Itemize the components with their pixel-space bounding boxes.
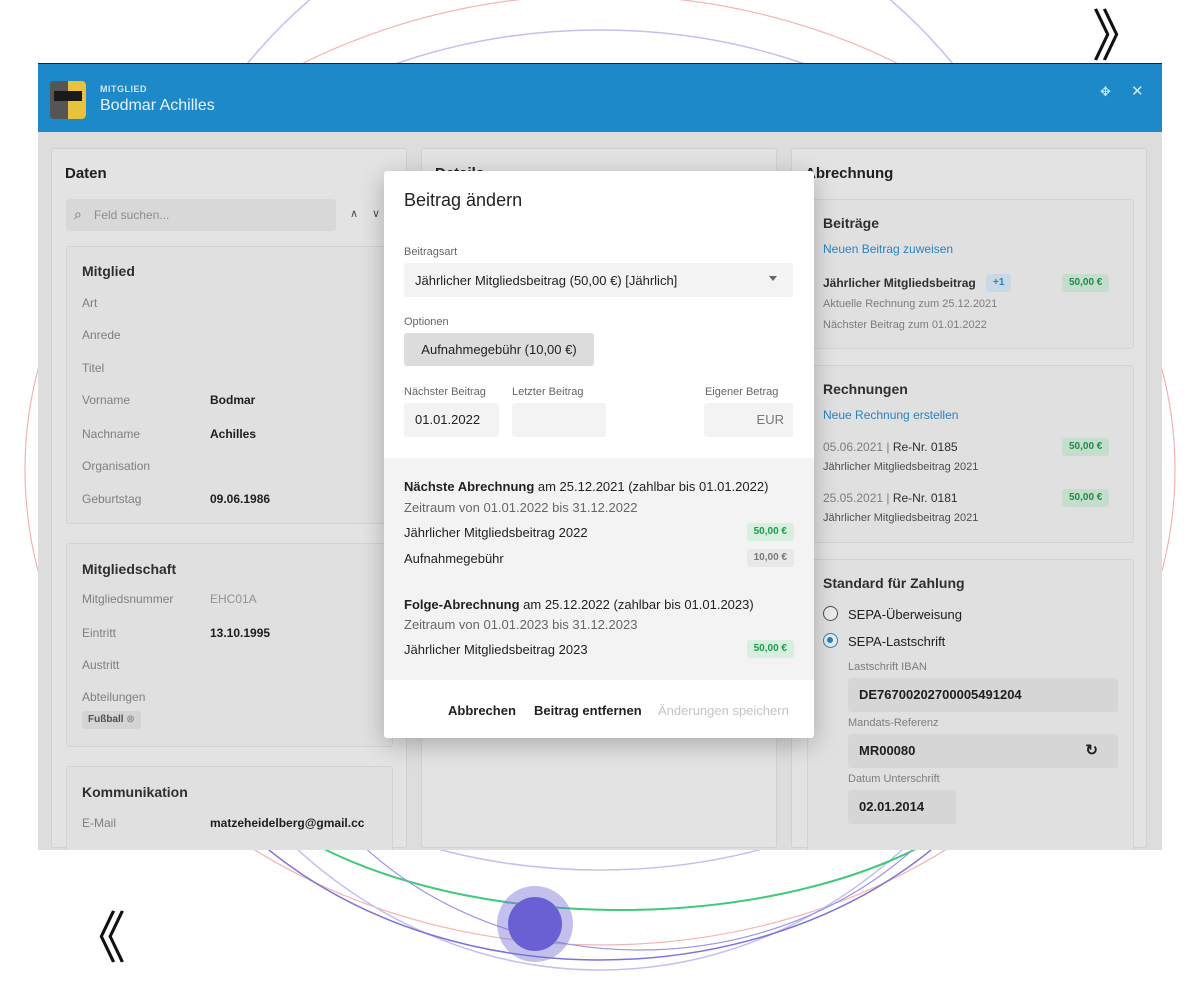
follow-billing-bold: Folge-Abrechnung bbox=[404, 597, 520, 612]
member-header: MITGLIED Bodmar Achilles ✥ ✕ bbox=[38, 64, 1162, 132]
next-item-2-amount: 10,00 € bbox=[746, 549, 794, 567]
naechster-beitrag-label: Nächster Beitrag bbox=[404, 386, 486, 398]
dialog-title: Beitrag ändern bbox=[404, 190, 523, 210]
next-billing-period: Zeitraum von 01.01.2022 bis 31.12.2022 bbox=[404, 500, 638, 515]
next-billing-heading: Nächste Abrechnung am 25.12.2021 (zahlba… bbox=[404, 479, 768, 494]
forward-chevron-icon[interactable]: 》 bbox=[1092, 10, 1148, 66]
member-name: Bodmar Achilles bbox=[100, 97, 215, 114]
billing-summary: Nächste Abrechnung am 25.12.2021 (zahlba… bbox=[384, 458, 814, 680]
close-icon[interactable]: ✕ bbox=[1131, 82, 1144, 100]
save-changes-button[interactable]: Änderungen speichern bbox=[658, 703, 789, 718]
beitragsart-select[interactable]: Jährlicher Mitgliedsbeitrag (50,00 €) [J… bbox=[404, 263, 793, 297]
scroll-handle-core bbox=[508, 897, 562, 951]
follow-billing-heading: Folge-Abrechnung am 25.12.2022 (zahlbar … bbox=[404, 597, 754, 612]
dropdown-arrow-icon bbox=[769, 276, 777, 281]
collapse-icon[interactable]: ✥ bbox=[1100, 84, 1111, 100]
beitragsart-label: Beitragsart bbox=[404, 246, 458, 258]
back-chevron-icon[interactable]: 《 bbox=[70, 912, 126, 968]
naechster-beitrag-value: 01.01.2022 bbox=[415, 412, 481, 427]
follow-billing-period: Zeitraum von 01.01.2023 bis 31.12.2023 bbox=[404, 617, 638, 632]
beitragsart-value: Jährlicher Mitgliedsbeitrag (50,00 €) [J… bbox=[415, 273, 678, 288]
option-aufnahmegebuehr-button[interactable]: Aufnahmegebühr (10,00 €) bbox=[404, 333, 594, 366]
naechster-beitrag-input[interactable]: 01.01.2022 bbox=[404, 403, 499, 437]
follow-billing-rest: am 25.12.2022 (zahlbar bis 01.01.2023) bbox=[519, 597, 754, 612]
eigener-betrag-label: Eigener Betrag bbox=[705, 386, 779, 398]
letzter-beitrag-input[interactable] bbox=[512, 403, 606, 437]
edit-contribution-dialog: Beitrag ändern Beitragsart Jährlicher Mi… bbox=[384, 171, 814, 738]
currency-suffix: EUR bbox=[756, 412, 784, 427]
optionen-label: Optionen bbox=[404, 316, 449, 328]
avatar bbox=[50, 81, 86, 119]
eigener-betrag-input[interactable]: EUR bbox=[704, 403, 793, 437]
letzter-beitrag-label: Letzter Beitrag bbox=[512, 386, 584, 398]
follow-item-1-amount: 50,00 € bbox=[746, 640, 794, 658]
next-billing-rest: am 25.12.2021 (zahlbar bis 01.01.2022) bbox=[534, 479, 769, 494]
follow-item-1: Jährlicher Mitgliedsbeitrag 2023 bbox=[404, 642, 588, 657]
next-item-2: Aufnahmegebühr bbox=[404, 551, 504, 566]
next-item-1: Jährlicher Mitgliedsbeitrag 2022 bbox=[404, 525, 588, 540]
remove-contribution-button[interactable]: Beitrag entfernen bbox=[534, 703, 642, 718]
next-billing-bold: Nächste Abrechnung bbox=[404, 479, 535, 494]
header-kicker: MITGLIED bbox=[100, 84, 147, 94]
next-item-1-amount: 50,00 € bbox=[746, 523, 794, 541]
cancel-button[interactable]: Abbrechen bbox=[448, 703, 516, 718]
